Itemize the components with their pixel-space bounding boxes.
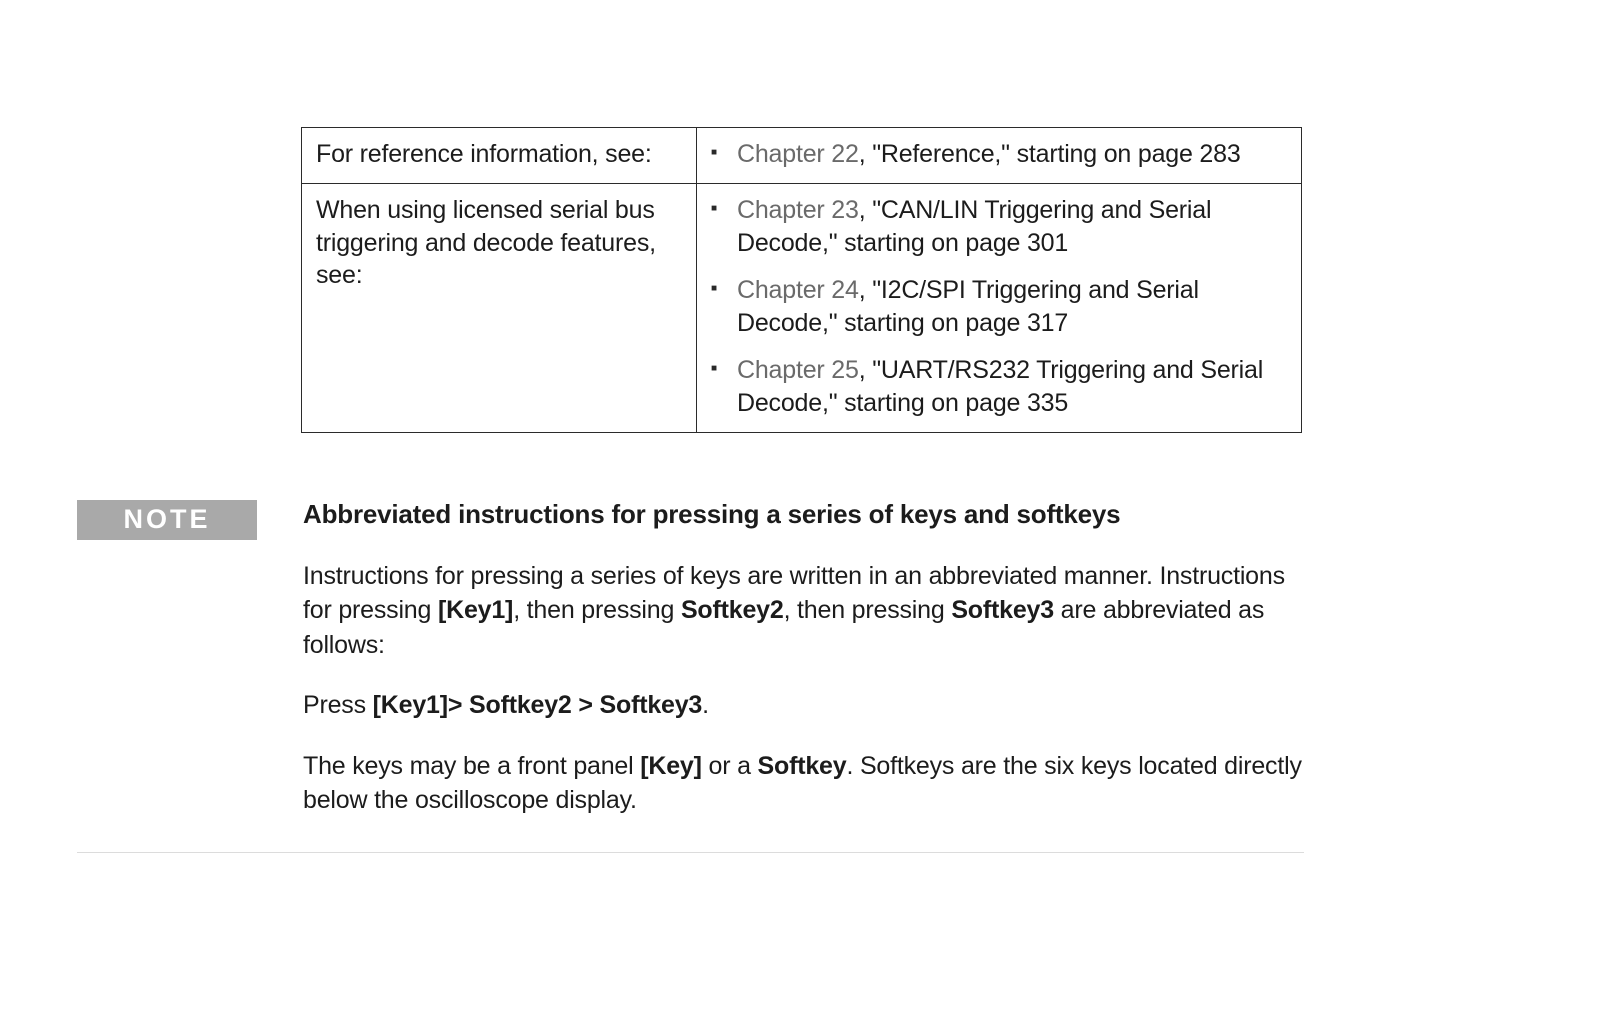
table-row: When using licensed serial bus triggerin… (302, 184, 1302, 433)
chapter-link[interactable]: Chapter 23 (737, 196, 859, 224)
note-badge: NOTE (77, 500, 257, 540)
page: For reference information, see: Chapter … (0, 0, 1600, 1033)
list-item: Chapter 24, "I2C/SPI Triggering and Seri… (711, 274, 1287, 340)
note-body: Abbreviated instructions for pressing a … (303, 497, 1304, 818)
softkey-label: Softkey (758, 752, 847, 780)
table-row: For reference information, see: Chapter … (302, 128, 1302, 184)
reference-table: For reference information, see: Chapter … (301, 127, 1302, 433)
reference-label: For reference information, see: (316, 138, 682, 171)
softkey-label: Softkey3 (951, 596, 1054, 624)
key-sequence: [Key1]> Softkey2 > Softkey3 (373, 691, 702, 719)
chapter-link[interactable]: Chapter 25 (737, 356, 859, 384)
key-label: [Key1] (438, 596, 513, 624)
note-header: Abbreviated instructions for pressing a … (303, 497, 1304, 533)
note-block: NOTE Abbreviated instructions for pressi… (77, 497, 1304, 853)
note-paragraph: Instructions for pressing a series of ke… (303, 559, 1304, 663)
list-item: Chapter 25, "UART/RS232 Triggering and S… (711, 354, 1287, 420)
list-item: Chapter 23, "CAN/LIN Triggering and Seri… (711, 194, 1287, 260)
chapter-link[interactable]: Chapter 22 (737, 140, 859, 168)
softkey-label: Softkey2 (681, 596, 784, 624)
chapter-link[interactable]: Chapter 24 (737, 276, 859, 304)
note-paragraph: The keys may be a front panel [Key] or a… (303, 749, 1304, 818)
note-paragraph: Press [Key1]> Softkey2 > Softkey3. (303, 688, 1304, 723)
key-label: [Key] (640, 752, 702, 780)
reference-label: When using licensed serial bus triggerin… (316, 194, 682, 292)
list-item: Chapter 22, "Reference," starting on pag… (711, 138, 1287, 171)
reference-text: , "Reference," starting on page 283 (859, 140, 1241, 168)
